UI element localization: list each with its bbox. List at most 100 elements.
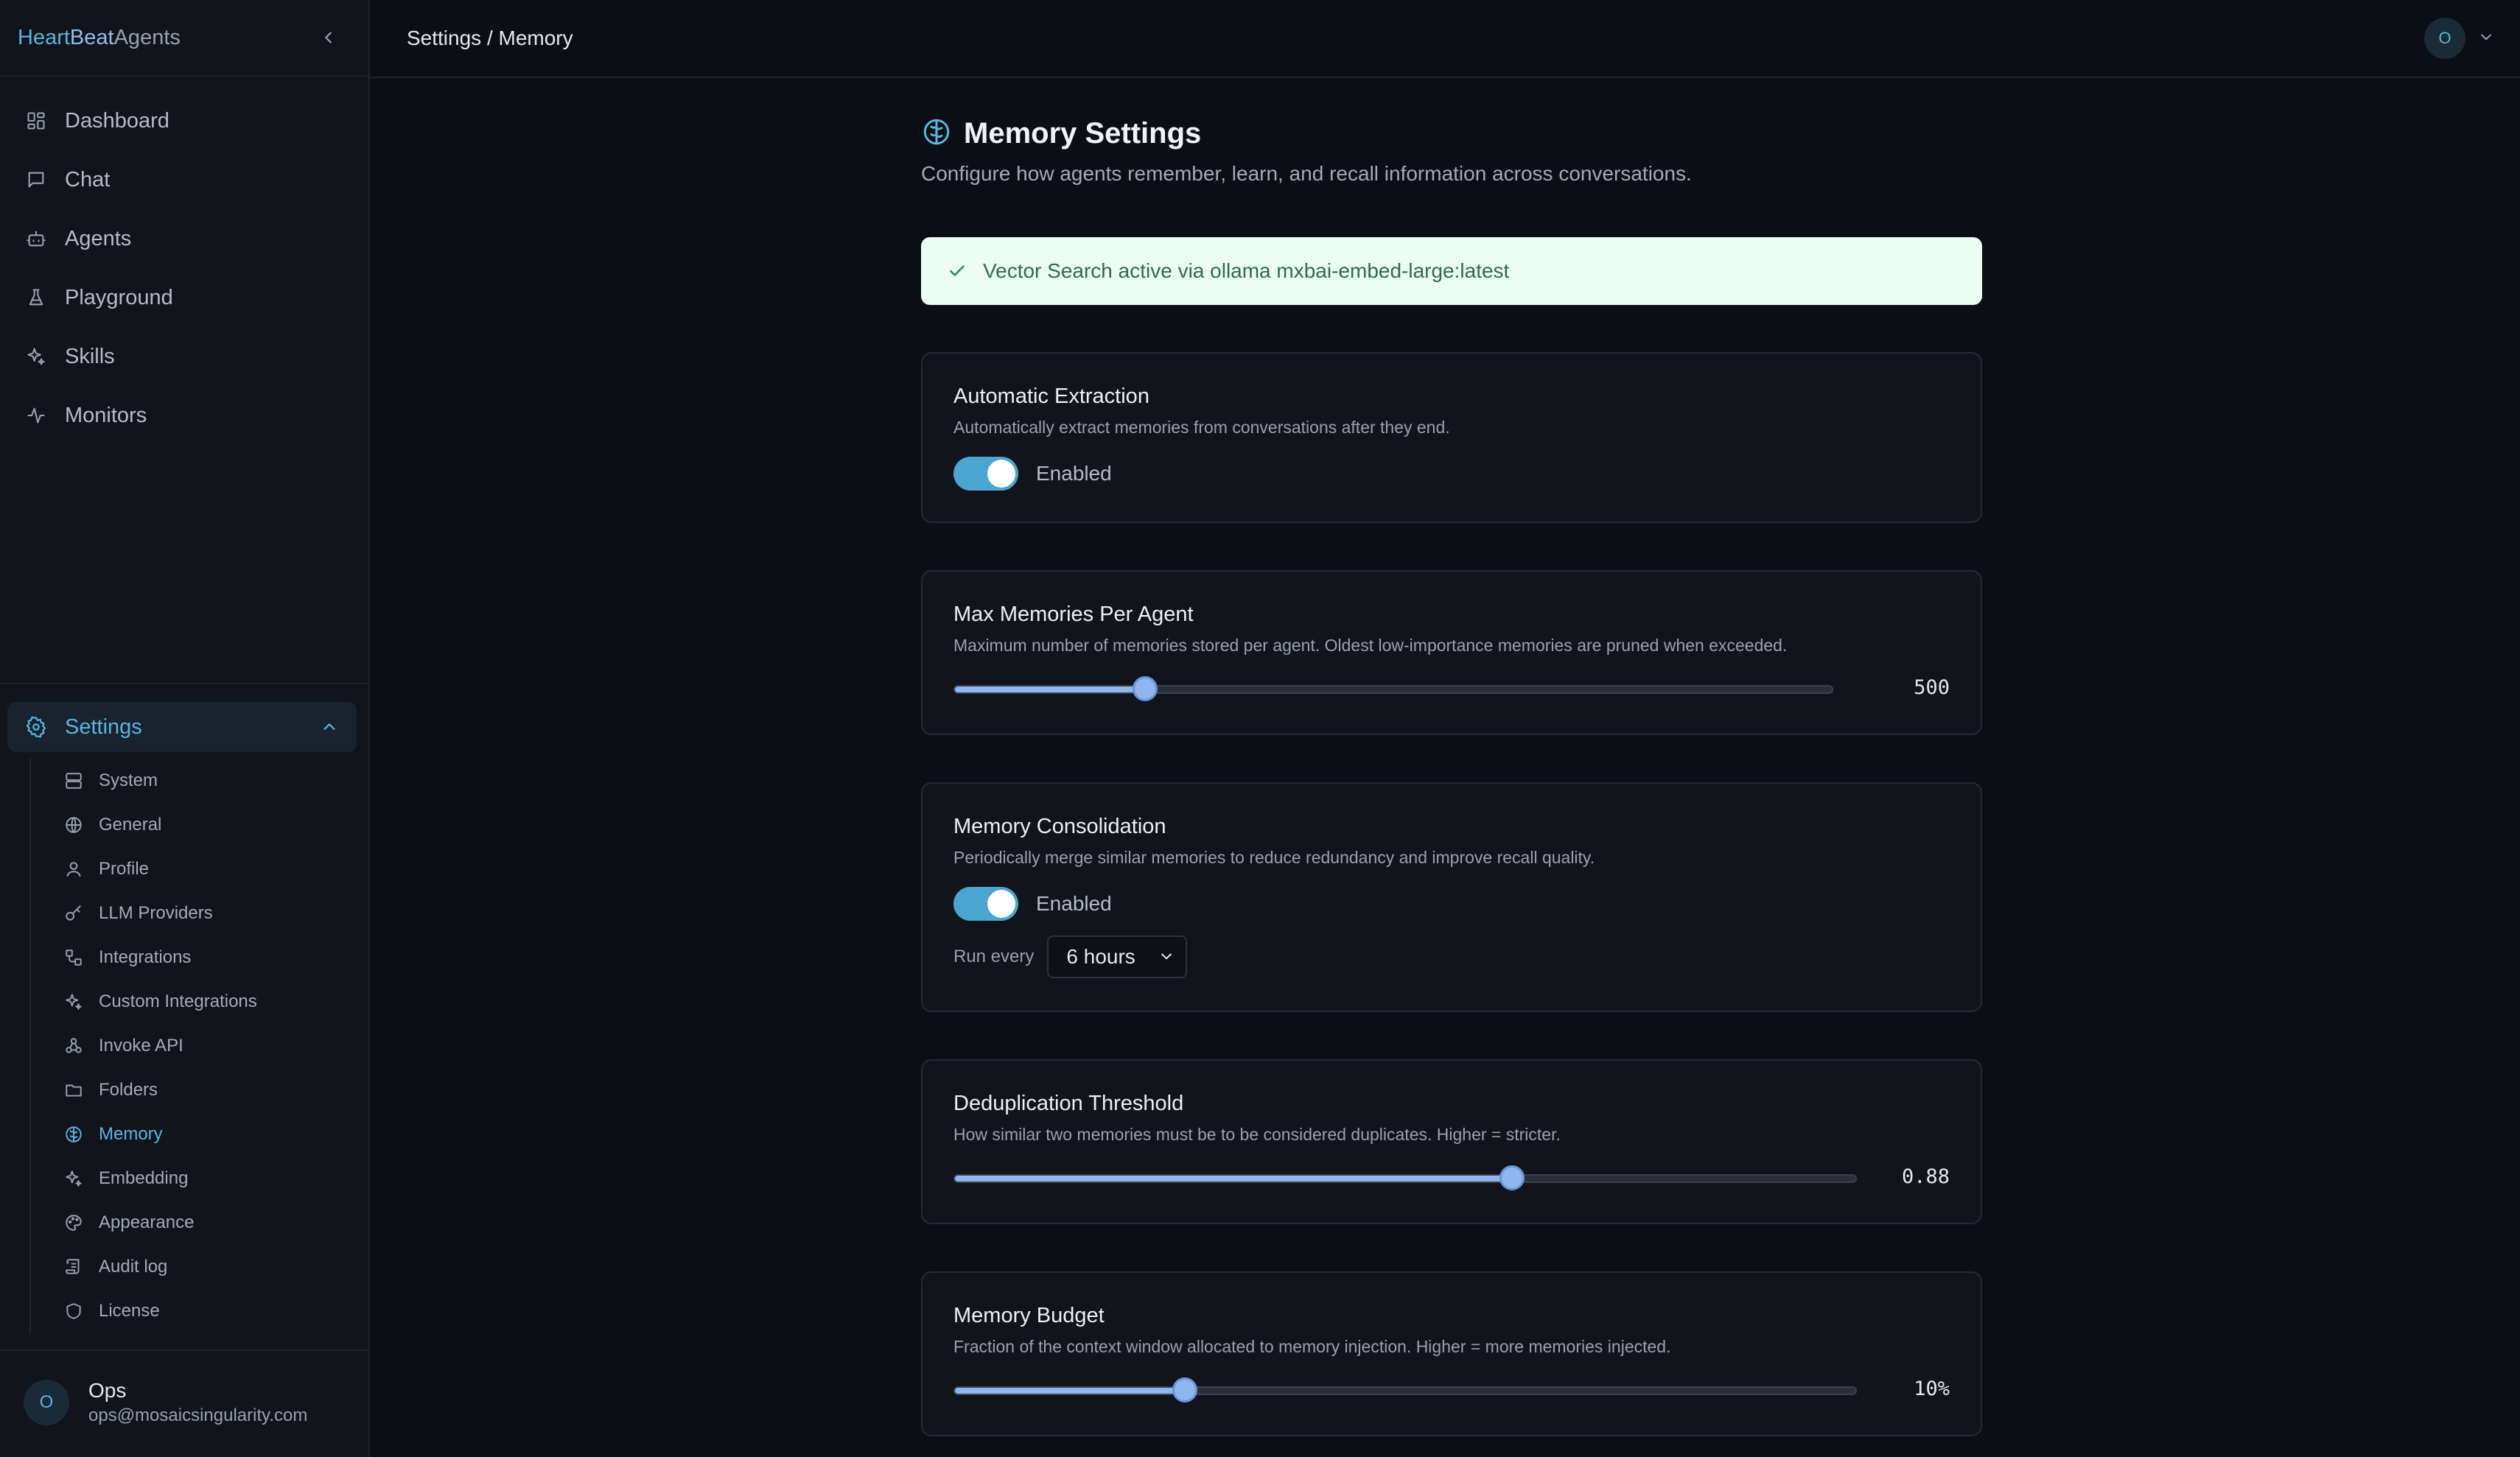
sparkles-icon bbox=[24, 344, 49, 369]
slider-fill bbox=[955, 687, 1147, 692]
slider-track bbox=[953, 685, 1833, 694]
nav-item-label: Chat bbox=[65, 167, 111, 192]
sidebar-item-label: Profile bbox=[99, 859, 150, 879]
vector-search-status-alert: Vector Search active via ollama mxbai-em… bbox=[921, 237, 1982, 305]
sidebar-item-audit-log[interactable]: Audit log bbox=[31, 1245, 354, 1289]
nav-item-label: Settings bbox=[65, 715, 142, 739]
page-header: Memory Settings bbox=[921, 116, 1201, 151]
dedup-threshold-slider[interactable]: 0.88 bbox=[953, 1164, 1950, 1193]
chevron-up-icon bbox=[321, 717, 337, 741]
card-title: Memory Consolidation bbox=[953, 815, 1166, 838]
activity-icon bbox=[24, 403, 49, 428]
nav-item-settings[interactable]: Settings bbox=[7, 702, 357, 752]
nav-item-label: Playground bbox=[65, 285, 173, 309]
brand-part-agents: Agents bbox=[113, 25, 181, 49]
scroll-icon bbox=[63, 1257, 84, 1277]
page-title: Memory Settings bbox=[964, 117, 1202, 150]
nav-item-label: Monitors bbox=[65, 403, 147, 427]
sidebar-item-folders[interactable]: Folders bbox=[31, 1068, 354, 1112]
sidebar-item-label: Audit log bbox=[99, 1257, 168, 1277]
sidebar-item-license[interactable]: License bbox=[31, 1289, 354, 1333]
nav-item-skills[interactable]: Skills bbox=[0, 327, 368, 386]
max-memories-card: Max Memories Per Agent Maximum number of… bbox=[921, 570, 1982, 735]
settings-subnav: System General Profile LLM Providers Int… bbox=[29, 759, 354, 1333]
sidebar-item-llm-providers[interactable]: LLM Providers bbox=[31, 891, 354, 935]
card-title: Deduplication Threshold bbox=[953, 1092, 1184, 1115]
slider-value: 0.88 bbox=[1901, 1165, 1950, 1188]
toggle-knob bbox=[987, 460, 1015, 488]
shield-icon bbox=[63, 1301, 84, 1321]
toggle-label: Enabled bbox=[1036, 892, 1112, 915]
slider-thumb[interactable] bbox=[1172, 1377, 1197, 1402]
nav-item-label: Dashboard bbox=[65, 108, 169, 133]
main-nav: Dashboard Chat Agents Playground Skills bbox=[0, 77, 368, 445]
chevron-down-icon bbox=[1159, 945, 1174, 969]
collapse-sidebar-button[interactable] bbox=[315, 24, 342, 51]
sparkles-icon bbox=[63, 991, 84, 1012]
chat-icon bbox=[24, 167, 49, 192]
chevron-left-icon bbox=[325, 32, 332, 43]
automatic-extraction-card: Automatic Extraction Automatically extra… bbox=[921, 352, 1982, 523]
user-name: Ops bbox=[88, 1379, 127, 1402]
workflow-icon bbox=[63, 947, 84, 968]
sidebar-item-system[interactable]: System bbox=[31, 759, 354, 803]
nav-item-chat[interactable]: Chat bbox=[0, 150, 368, 209]
user-email: ops@mosaicsingularity.com bbox=[88, 1405, 308, 1425]
avatar: O bbox=[24, 1380, 69, 1425]
memory-budget-slider[interactable]: 10% bbox=[953, 1376, 1950, 1405]
run-every-select[interactable]: 6 hours bbox=[1047, 935, 1188, 978]
key-icon bbox=[63, 903, 84, 924]
slider-value: 10% bbox=[1914, 1377, 1950, 1400]
slider-fill bbox=[955, 1176, 1512, 1182]
sidebar-item-profile[interactable]: Profile bbox=[31, 847, 354, 891]
sidebar-header: HeartBeatAgents bbox=[0, 0, 368, 77]
sidebar-item-custom-integrations[interactable]: Custom Integrations bbox=[31, 980, 354, 1024]
nav-item-monitors[interactable]: Monitors bbox=[0, 386, 368, 445]
avatar: O bbox=[2424, 18, 2465, 59]
sidebar-item-embedding[interactable]: Embedding bbox=[31, 1156, 354, 1201]
chevron-down-icon bbox=[2479, 29, 2493, 48]
divider bbox=[0, 683, 368, 684]
toggle-knob bbox=[987, 890, 1015, 918]
memory-consolidation-toggle[interactable] bbox=[953, 887, 1018, 921]
memory-consolidation-card: Memory Consolidation Periodically merge … bbox=[921, 782, 1982, 1012]
automatic-extraction-toggle[interactable] bbox=[953, 457, 1018, 491]
sidebar-item-general[interactable]: General bbox=[31, 803, 354, 847]
nav-item-agents[interactable]: Agents bbox=[0, 209, 368, 268]
slider-thumb[interactable] bbox=[1499, 1165, 1525, 1190]
user-profile[interactable]: O Ops ops@mosaicsingularity.com bbox=[24, 1379, 307, 1426]
sidebar-item-label: Invoke API bbox=[99, 1036, 183, 1056]
sidebar-item-appearance[interactable]: Appearance bbox=[31, 1201, 354, 1245]
card-title: Max Memories Per Agent bbox=[953, 603, 1194, 626]
sidebar-item-memory[interactable]: Memory bbox=[31, 1112, 354, 1156]
user-menu-button[interactable]: O bbox=[2424, 18, 2493, 59]
topbar: Settings / Memory O bbox=[370, 0, 2520, 78]
slider-thumb[interactable] bbox=[1133, 676, 1158, 701]
brand-logo[interactable]: HeartBeatAgents bbox=[18, 26, 181, 50]
card-description: Fraction of the context window allocated… bbox=[953, 1337, 1671, 1356]
sidebar-item-invoke-api[interactable]: Invoke API bbox=[31, 1024, 354, 1068]
nav-item-dashboard[interactable]: Dashboard bbox=[0, 91, 368, 150]
sidebar-item-label: Appearance bbox=[99, 1212, 195, 1232]
card-description: Maximum number of memories stored per ag… bbox=[953, 636, 1788, 655]
flask-icon bbox=[24, 285, 49, 310]
sidebar: HeartBeatAgents Dashboard Chat Agents Pl… bbox=[0, 0, 370, 1457]
deduplication-threshold-card: Deduplication Threshold How similar two … bbox=[921, 1059, 1982, 1224]
nav-item-playground[interactable]: Playground bbox=[0, 268, 368, 327]
memory-budget-card: Memory Budget Fraction of the context wi… bbox=[921, 1271, 1982, 1436]
breadcrumb: Settings / Memory bbox=[407, 27, 573, 49]
sidebar-item-label: LLM Providers bbox=[99, 903, 213, 923]
sidebar-item-label: Embedding bbox=[99, 1168, 189, 1188]
dashboard-icon bbox=[24, 108, 49, 133]
card-title: Automatic Extraction bbox=[953, 385, 1149, 408]
sidebar-item-label: Integrations bbox=[99, 947, 192, 967]
run-every-label: Run every bbox=[953, 947, 1035, 966]
max-memories-slider[interactable]: 500 bbox=[953, 675, 1950, 704]
card-description: Periodically merge similar memories to r… bbox=[953, 848, 1595, 867]
nav-item-label: Skills bbox=[65, 344, 115, 368]
brain-icon bbox=[921, 116, 952, 151]
slider-value: 500 bbox=[1914, 676, 1950, 699]
sidebar-item-integrations[interactable]: Integrations bbox=[31, 935, 354, 980]
check-icon bbox=[948, 261, 967, 281]
bot-icon bbox=[24, 226, 49, 251]
